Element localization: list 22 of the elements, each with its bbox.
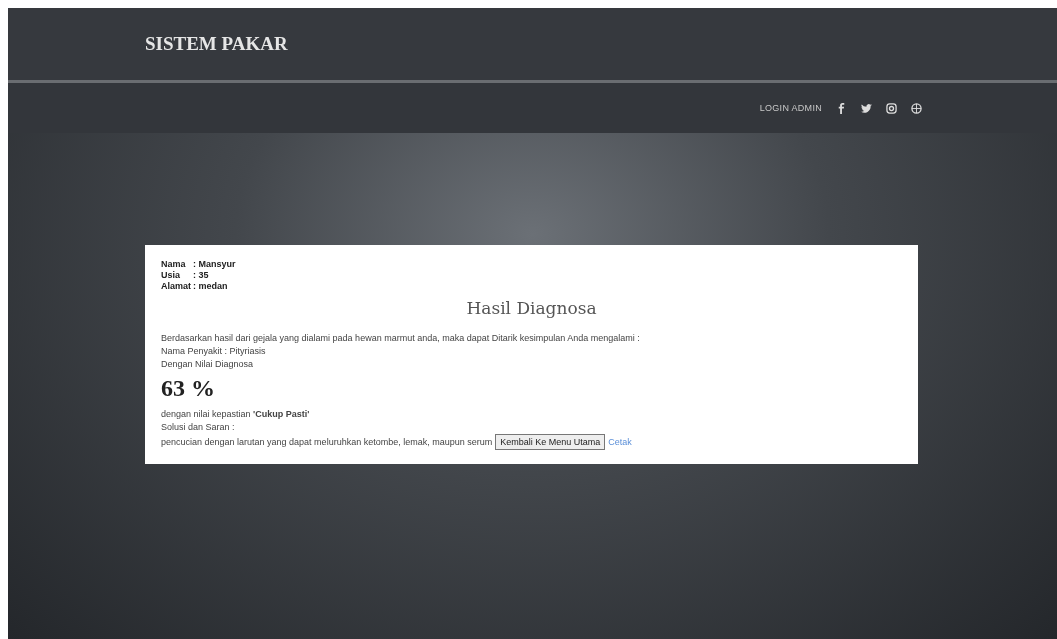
camera-icon[interactable] (886, 102, 897, 114)
solution-label: Solusi dan Saran : (161, 421, 236, 434)
site-title[interactable]: SISTEM PAKAR (145, 33, 288, 55)
field-label: Usia (161, 270, 181, 281)
field-value: : Mansyur (193, 259, 236, 270)
login-link[interactable]: LOGIN ADMIN (759, 103, 822, 113)
field-value: : 35 (193, 270, 210, 281)
solution-text: pencucian dengan larutan yang dapat meluruhkan ketombe, lemak, maupun serum (161, 437, 493, 447)
disease-text: Nama Penyakit : Pityriasis (161, 345, 267, 358)
field-value: : medan (193, 281, 229, 292)
print-link[interactable]: Cetak (608, 437, 632, 447)
field-label: Alamat (161, 281, 191, 292)
score-label: Dengan Nilai Diagnosa (161, 358, 255, 371)
bird-icon[interactable] (861, 102, 872, 114)
intro-text: Berdasarkan hasil dari gejala yang dialami pada hewan marmut anda, maka dapat Ditarik kesimpulan Anda mengalami : (161, 332, 641, 345)
certainty-text: dengan nilai kepastian 'Cukup Pasti' (161, 408, 311, 421)
facebook-icon[interactable] (836, 102, 847, 114)
score-value: 63 % (161, 375, 216, 402)
globe-icon[interactable] (911, 102, 922, 114)
field-label: Nama (161, 259, 187, 270)
back-button[interactable]: Kembali Ke Menu Utama (495, 434, 606, 450)
result-title: Hasil Diagnosa (465, 298, 598, 318)
